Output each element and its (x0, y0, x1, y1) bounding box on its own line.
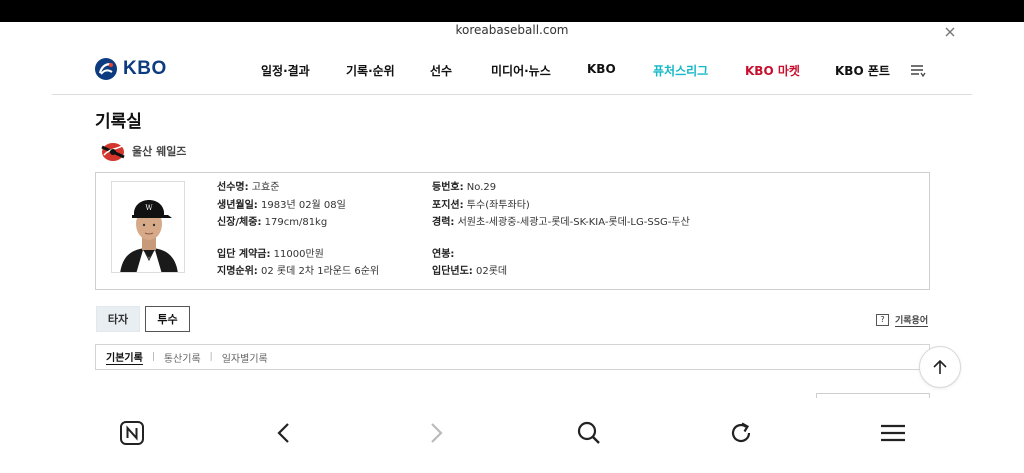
nav-kbo[interactable]: KBO (587, 62, 616, 80)
signing-value: 11000만원 (273, 249, 324, 260)
nav-schedule[interactable]: 일정·결과 (261, 62, 310, 80)
team-logo-icon (101, 143, 125, 161)
signing-label: 입단 계약금: (217, 249, 271, 260)
subtab-career-records[interactable]: 통산기록 (164, 350, 201, 365)
naver-icon[interactable] (117, 418, 147, 448)
name-value: 고효준 (251, 182, 280, 193)
back-icon[interactable] (269, 418, 299, 448)
info-birth: 생년월일: 1983년 02월 08일 (217, 199, 346, 212)
status-bar (0, 0, 1024, 22)
nav-kbo-market[interactable]: KBO 마켓 (745, 62, 800, 80)
entry-year-value: 02롯데 (476, 266, 508, 277)
position-label: 포지션: (432, 200, 464, 211)
info-body: 신장/체중: 179cm/81kg (217, 216, 327, 229)
team-header: 울산 웨일즈 (100, 138, 186, 164)
player-photo: W (111, 181, 185, 273)
info-position: 포지션: 투수(좌투좌타) (432, 199, 530, 212)
site-header: KBO 일정·결과 기록·순위 선수 미디어·뉴스 KBO 퓨처스리그 KBO … (52, 48, 972, 95)
body-label: 신장/체중: (217, 217, 262, 228)
career-value: 서원초-세광중-세광고-롯데-SK-KIA-롯데-LG-SSG-두산 (457, 217, 690, 228)
tab-hitter[interactable]: 타자 (96, 306, 140, 332)
glossary-link[interactable]: ? 기록용어 (876, 313, 929, 327)
tab-pitcher[interactable]: 투수 (145, 306, 190, 332)
nav-records[interactable]: 기록·순위 (346, 62, 395, 80)
position-value: 투수(좌투좌타) (466, 200, 530, 211)
question-icon: ? (876, 314, 889, 326)
draft-value: 02 롯데 2차 1라운드 6순위 (261, 266, 380, 277)
birth-value: 1983년 02월 08일 (261, 200, 346, 211)
page-title: 기록실 (95, 112, 142, 132)
refresh-icon[interactable] (726, 418, 756, 448)
arrow-up-icon (933, 359, 947, 374)
kbo-emblem-icon (95, 58, 117, 80)
url-text[interactable]: koreabaseball.com (0, 23, 1024, 37)
forward-icon[interactable] (421, 418, 451, 448)
number-label: 등번호: (432, 182, 464, 193)
glossary-label: 기록용어 (895, 313, 929, 327)
nav-players[interactable]: 선수 (430, 62, 452, 80)
menu-icon[interactable] (910, 63, 926, 79)
subtab-basic-records[interactable]: 기본기록 (106, 349, 143, 365)
record-subtabs: 기본기록 | 통산기록 | 일자별기록 (95, 344, 930, 370)
name-label: 선수명: (217, 182, 249, 193)
info-name: 선수명: 고효준 (217, 181, 279, 194)
info-career: 경력: 서원초-세광중-세광고-롯데-SK-KIA-롯데-LG-SSG-두산 (432, 216, 692, 229)
nav-futures-league[interactable]: 퓨처스리그 (653, 62, 708, 80)
info-draft: 지명순위: 02 롯데 2차 1라운드 6순위 (217, 265, 379, 278)
logo-text: KBO (123, 58, 167, 79)
browser-toolbar (0, 398, 1024, 473)
search-icon[interactable] (574, 418, 604, 448)
address-bar: koreabaseball.com (0, 22, 1024, 42)
salary-label: 연봉: (432, 249, 455, 260)
svg-text:W: W (145, 204, 153, 212)
info-entry-year: 입단년도: 02롯데 (432, 265, 507, 278)
number-value: No.29 (466, 182, 497, 193)
subtab-separator: | (209, 352, 213, 362)
browser-viewport: koreabaseball.com KBO 일정·결과 기록·순위 선수 미디어… (0, 0, 1024, 473)
nav-media[interactable]: 미디어·뉴스 (491, 62, 551, 80)
birth-label: 생년월일: (217, 200, 258, 211)
kbo-logo[interactable]: KBO (94, 56, 167, 82)
menu-icon[interactable] (878, 418, 908, 448)
info-salary: 연봉: (432, 248, 454, 261)
team-name: 울산 웨일즈 (132, 145, 187, 158)
entry-year-label: 입단년도: (432, 266, 473, 277)
player-profile-card: W 선수명: 고효준 생년월일: 1983년 02월 08일 신장/체중: 17… (95, 172, 930, 290)
close-icon[interactable] (942, 24, 958, 40)
body-value: 179cm/81kg (264, 217, 328, 228)
info-number: 등번호: No.29 (432, 181, 496, 194)
nav-kbo-font[interactable]: KBO 폰트 (835, 62, 890, 80)
subtab-separator: | (151, 352, 155, 362)
scroll-to-top-button[interactable] (919, 346, 961, 388)
subtab-daily-records[interactable]: 일자별기록 (222, 350, 268, 365)
draft-label: 지명순위: (217, 266, 258, 277)
info-signing: 입단 계약금: 11000만원 (217, 248, 324, 261)
career-label: 경력: (432, 217, 455, 228)
